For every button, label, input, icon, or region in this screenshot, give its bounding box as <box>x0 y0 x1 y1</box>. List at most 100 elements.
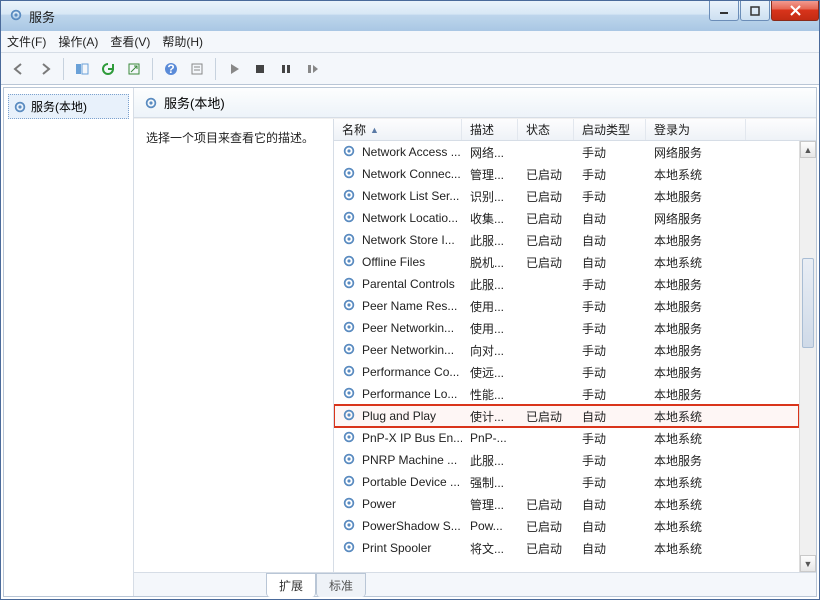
cell-logon: 本地系统 <box>646 518 746 535</box>
cell-startup: 自动 <box>574 518 646 535</box>
cell-status: 已启动 <box>518 496 574 513</box>
toolbar-separator <box>215 58 216 80</box>
menu-action[interactable]: 操作(A) <box>58 33 98 50</box>
service-row[interactable]: Power管理...已启动自动本地系统 <box>334 493 799 515</box>
service-row[interactable]: Network Locatio...收集...已启动自动网络服务 <box>334 207 799 229</box>
gear-icon <box>342 166 356 183</box>
cell-startup: 手动 <box>574 364 646 381</box>
service-row[interactable]: PowerShadow S...Pow...已启动自动本地系统 <box>334 515 799 537</box>
service-row[interactable]: PNRP Machine ...此服...手动本地服务 <box>334 449 799 471</box>
export-list-button[interactable] <box>122 57 146 81</box>
gear-icon <box>342 430 356 447</box>
scroll-down-button[interactable]: ▼ <box>800 555 816 572</box>
column-header-name[interactable]: 名称▲ <box>334 119 462 140</box>
gear-icon <box>342 188 356 205</box>
cell-desc: 收集... <box>462 210 518 227</box>
toolbar-separator <box>63 58 64 80</box>
service-row[interactable]: Network Store I...此服...已启动自动本地服务 <box>334 229 799 251</box>
cell-logon: 本地系统 <box>646 430 746 447</box>
cell-status: 已启动 <box>518 232 574 249</box>
cell-startup: 手动 <box>574 166 646 183</box>
description-pane: 选择一个项目来查看它的描述。 <box>134 119 334 572</box>
cell-logon: 本地系统 <box>646 496 746 513</box>
column-header-status[interactable]: 状态 <box>518 119 574 140</box>
show-hide-tree-button[interactable] <box>70 57 94 81</box>
cell-desc: PnP-... <box>462 431 518 445</box>
cell-logon: 本地服务 <box>646 386 746 403</box>
service-row[interactable]: Performance Co...使远...手动本地服务 <box>334 361 799 383</box>
scroll-thumb[interactable] <box>802 258 814 348</box>
menu-help[interactable]: 帮助(H) <box>162 33 203 50</box>
cell-logon: 本地服务 <box>646 364 746 381</box>
restart-service-button[interactable] <box>300 57 324 81</box>
back-button[interactable] <box>7 57 31 81</box>
start-service-button[interactable] <box>222 57 246 81</box>
service-row[interactable]: Network Access ...网络...手动网络服务 <box>334 141 799 163</box>
service-row[interactable]: Peer Networkin...使用...手动本地服务 <box>334 317 799 339</box>
cell-name: Performance Co... <box>334 364 462 381</box>
service-row[interactable]: Plug and Play使计...已启动自动本地系统 <box>334 405 799 427</box>
cell-name: Peer Networkin... <box>334 342 462 359</box>
cell-desc: 管理... <box>462 496 518 513</box>
gear-icon <box>13 100 27 114</box>
scroll-track[interactable] <box>800 158 816 555</box>
tree-node-services-local[interactable]: 服务(本地) <box>8 94 129 119</box>
cell-desc: Pow... <box>462 519 518 533</box>
vertical-scrollbar[interactable]: ▲ ▼ <box>799 141 816 572</box>
scroll-up-button[interactable]: ▲ <box>800 141 816 158</box>
menu-view[interactable]: 查看(V) <box>110 33 150 50</box>
cell-desc: 性能... <box>462 386 518 403</box>
cell-status: 已启动 <box>518 408 574 425</box>
column-header-logon[interactable]: 登录为 <box>646 119 746 140</box>
refresh-button[interactable] <box>96 57 120 81</box>
cell-startup: 手动 <box>574 188 646 205</box>
gear-icon <box>342 232 356 249</box>
service-row[interactable]: Peer Name Res...使用...手动本地服务 <box>334 295 799 317</box>
cell-logon: 本地服务 <box>646 452 746 469</box>
service-row[interactable]: PnP-X IP Bus En...PnP-...手动本地系统 <box>334 427 799 449</box>
service-list[interactable]: Network Access ...网络...手动网络服务Network Con… <box>334 141 799 572</box>
forward-button[interactable] <box>33 57 57 81</box>
service-row[interactable]: Network Connec...管理...已启动手动本地系统 <box>334 163 799 185</box>
pause-service-button[interactable] <box>274 57 298 81</box>
tab-standard[interactable]: 标准 <box>316 573 366 597</box>
cell-logon: 本地服务 <box>646 188 746 205</box>
cell-startup: 自动 <box>574 408 646 425</box>
services-window: 服务 文件(F) 操作(A) 查看(V) 帮助(H) ? <box>0 0 820 600</box>
gear-icon <box>342 518 356 535</box>
minimize-button[interactable] <box>709 1 739 21</box>
cell-name: Network Locatio... <box>334 210 462 227</box>
service-row[interactable]: Print Spooler将文...已启动自动本地系统 <box>334 537 799 559</box>
cell-logon: 本地服务 <box>646 232 746 249</box>
service-row[interactable]: Parental Controls此服...手动本地服务 <box>334 273 799 295</box>
help-button[interactable]: ? <box>159 57 183 81</box>
service-row[interactable]: Network List Ser...识别...已启动手动本地服务 <box>334 185 799 207</box>
service-row[interactable]: Offline Files脱机...已启动自动本地系统 <box>334 251 799 273</box>
tab-extended[interactable]: 扩展 <box>266 573 316 597</box>
gear-icon <box>342 386 356 403</box>
sort-asc-icon: ▲ <box>370 125 379 135</box>
cell-name: PowerShadow S... <box>334 518 462 535</box>
service-row[interactable]: Peer Networkin...向对...手动本地服务 <box>334 339 799 361</box>
gear-icon <box>342 452 356 469</box>
stop-service-button[interactable] <box>248 57 272 81</box>
cell-desc: 管理... <box>462 166 518 183</box>
close-button[interactable] <box>771 1 819 21</box>
column-header-startup[interactable]: 启动类型 <box>574 119 646 140</box>
titlebar[interactable]: 服务 <box>1 1 819 31</box>
cell-logon: 本地服务 <box>646 342 746 359</box>
cell-logon: 本地系统 <box>646 254 746 271</box>
service-row[interactable]: Portable Device ...强制...手动本地系统 <box>334 471 799 493</box>
cell-desc: 此服... <box>462 452 518 469</box>
menu-file[interactable]: 文件(F) <box>7 33 46 50</box>
cell-startup: 手动 <box>574 474 646 491</box>
tree-pane[interactable]: 服务(本地) <box>4 88 134 596</box>
cell-name: Plug and Play <box>334 408 462 425</box>
column-header-desc[interactable]: 描述 <box>462 119 518 140</box>
cell-name: Network List Ser... <box>334 188 462 205</box>
service-row[interactable]: Performance Lo...性能...手动本地服务 <box>334 383 799 405</box>
cell-desc: 使用... <box>462 320 518 337</box>
properties-button[interactable] <box>185 57 209 81</box>
pane-split: 选择一个项目来查看它的描述。 名称▲ 描述 状态 启动类型 登录为 Networ… <box>134 118 816 572</box>
maximize-button[interactable] <box>740 1 770 21</box>
